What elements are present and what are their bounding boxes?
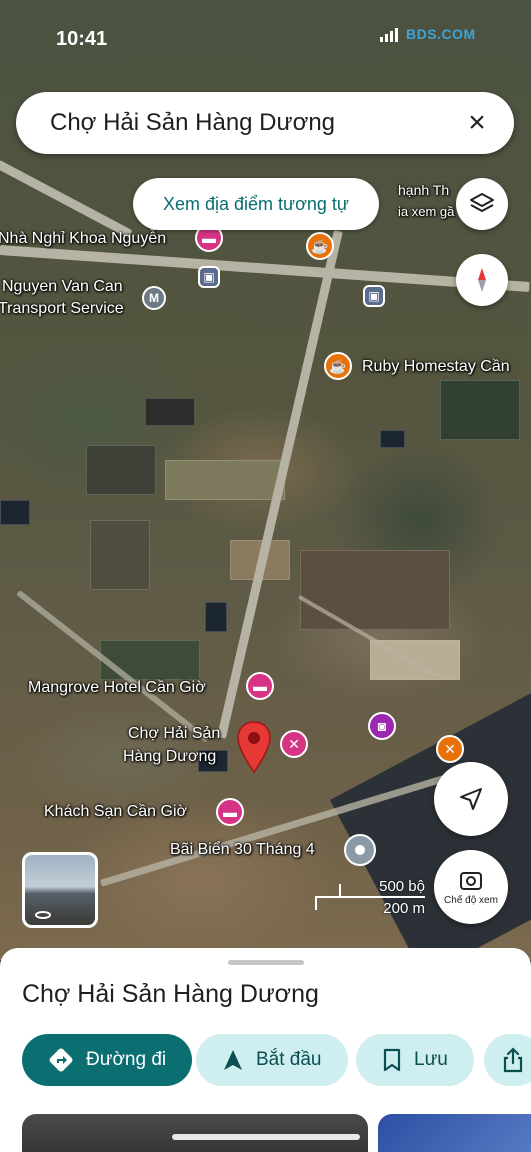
status-time: 10:41: [56, 28, 108, 50]
layers-icon: [470, 193, 494, 212]
similar-places-button[interactable]: Xem địa điểm tương tự: [133, 178, 379, 230]
map-label-market-line2: Hàng Dương: [123, 748, 217, 765]
place-photo[interactable]: [22, 1114, 368, 1152]
map-label-ruby-homestay: Ruby Homestay Cần: [362, 358, 510, 375]
save-label: Lưu: [414, 1049, 448, 1070]
map-field: [86, 445, 156, 495]
map-field: [165, 460, 285, 500]
beach-marker-icon[interactable]: [344, 834, 376, 866]
place-bottom-sheet[interactable]: Chợ Hải Sản Hàng Dương Đường đi Bắt đầu …: [0, 948, 531, 1152]
restaurant-icon[interactable]: ✕: [436, 735, 464, 763]
map-label-bai-bien: Bãi Biển 30 Tháng 4: [170, 841, 315, 858]
share-button[interactable]: [484, 1034, 531, 1086]
map-scale: 500 bộ 200 m: [315, 876, 425, 918]
save-button[interactable]: Lưu: [356, 1034, 474, 1086]
directions-label: Đường đi: [86, 1049, 167, 1070]
start-label: Bắt đầu: [256, 1049, 322, 1070]
metro-icon[interactable]: M: [142, 286, 166, 310]
hotel-icon[interactable]: ▬: [216, 798, 244, 826]
map-label-mangrove-hotel: Mangrove Hotel Cần Giờ: [28, 679, 206, 696]
map-field: [145, 398, 195, 426]
compass-button[interactable]: [456, 254, 508, 306]
navigation-icon: [224, 1050, 242, 1070]
cafe-icon[interactable]: ☕: [324, 352, 352, 380]
bus-stop-icon[interactable]: ▣: [363, 285, 385, 307]
bus-stop-icon[interactable]: ▣: [198, 266, 220, 288]
map-label-market-line1: Chợ Hải Sản: [128, 725, 221, 742]
place-photo[interactable]: [378, 1114, 531, 1152]
home-indicator: [172, 1134, 360, 1140]
location-pin-icon[interactable]: [236, 720, 272, 774]
road: [0, 160, 133, 239]
my-location-button[interactable]: [434, 762, 508, 836]
map-pond: [205, 602, 227, 632]
view-mode-label: Chế độ xem: [444, 894, 498, 906]
map-field: [100, 640, 200, 680]
directions-icon: [49, 1048, 73, 1072]
signal-icon: [380, 26, 398, 42]
status-icons: BDS.COM: [380, 26, 476, 42]
map-pond: [380, 430, 405, 448]
hotel-icon[interactable]: ▬: [246, 672, 274, 700]
attraction-icon[interactable]: ◙: [368, 712, 396, 740]
drag-handle[interactable]: [228, 960, 304, 965]
watermark-logo: BDS.COM: [406, 26, 476, 42]
place-title: Chợ Hải Sản Hàng Dương: [22, 980, 319, 1008]
similar-places-label: Xem địa điểm tương tự: [163, 193, 349, 214]
map-label-partial: ia xem gầ: [398, 204, 455, 219]
map-field: [90, 520, 150, 590]
camera-view-icon: [460, 871, 482, 890]
rotate-360-icon: [35, 911, 51, 919]
bookmark-icon: [383, 1048, 401, 1072]
map-label-partial: hạnh Th: [398, 182, 450, 198]
directions-button[interactable]: Đường đi: [22, 1034, 193, 1086]
search-query[interactable]: Chợ Hải Sản Hàng Dương: [50, 109, 462, 137]
map-label-transport-service: Transport Service: [0, 300, 124, 317]
map-label-nha-nghi: Nhà Nghỉ Khoa Nguyễn: [0, 230, 167, 247]
close-icon[interactable]: ×: [462, 106, 492, 139]
map-view[interactable]: Nhà Nghỉ Khoa Nguyễn ▬ ☕ ▣ ▣ Nguyen Van …: [0, 0, 531, 960]
map-label-khach-san: Khách Sạn Cần Giờ: [44, 803, 188, 820]
view-mode-button[interactable]: Chế độ xem: [434, 850, 508, 924]
compass-icon: [478, 268, 486, 292]
start-navigation-button[interactable]: Bắt đầu: [196, 1034, 348, 1086]
street-view-thumbnail[interactable]: [22, 852, 98, 928]
scale-imperial: 500 bộ: [379, 878, 425, 895]
search-bar[interactable]: Chợ Hải Sản Hàng Dương ×: [16, 92, 514, 154]
cafe-icon[interactable]: ☕: [306, 232, 334, 260]
map-pond: [0, 500, 30, 525]
map-field: [440, 380, 520, 440]
scale-metric: 200 m: [383, 900, 425, 917]
navigation-arrow-icon: [460, 788, 482, 810]
map-label-nguyen-van-can: Nguyen Van Can: [2, 278, 123, 295]
share-icon: [503, 1047, 523, 1073]
map-field: [300, 550, 450, 630]
restaurant-icon[interactable]: ✕: [280, 730, 308, 758]
layers-button[interactable]: [456, 178, 508, 230]
